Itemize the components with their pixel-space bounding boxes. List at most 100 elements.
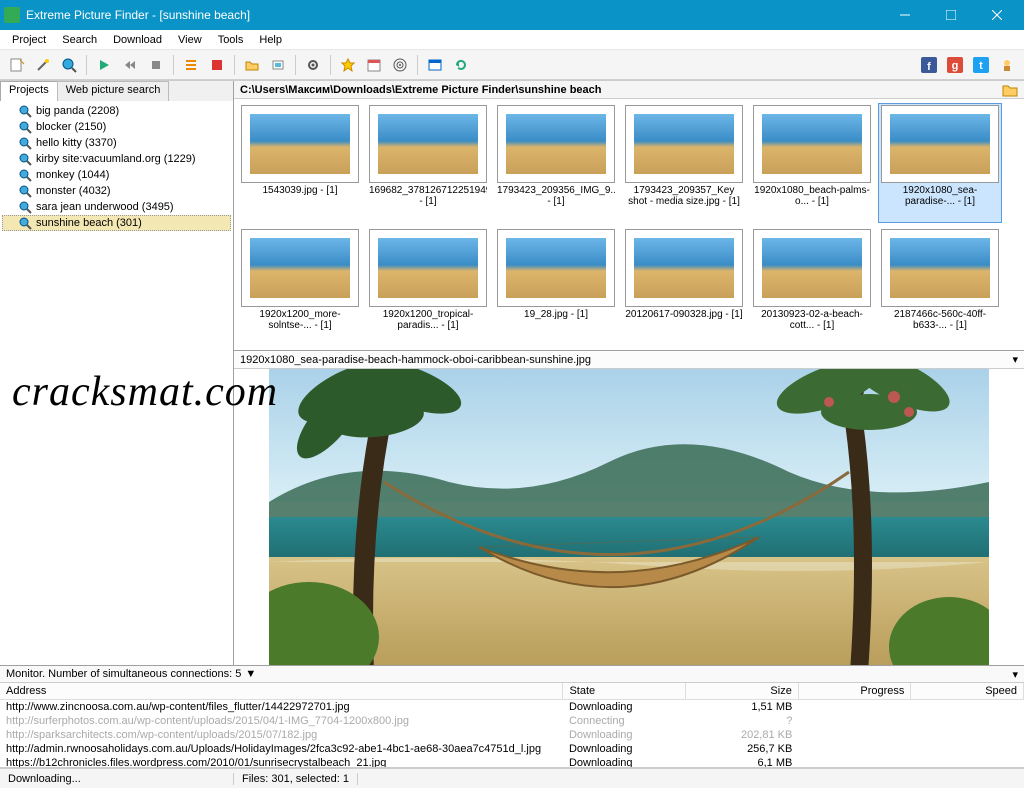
- monitor-dropdown[interactable]: ▼: [245, 668, 256, 680]
- thumb-frame: [625, 105, 743, 183]
- separator: [295, 55, 296, 75]
- menu-download[interactable]: Download: [105, 32, 170, 48]
- google-icon[interactable]: g: [943, 53, 967, 77]
- col-speed[interactable]: Speed: [911, 683, 1024, 700]
- project-label: blocker (2150): [36, 121, 106, 133]
- minimize-button[interactable]: [882, 0, 928, 30]
- download-row[interactable]: https://b12chronicles.files.wordpress.co…: [0, 756, 1024, 768]
- folder-icon[interactable]: [1002, 83, 1018, 97]
- project-item[interactable]: monkey (1044): [2, 167, 231, 183]
- thumbnail[interactable]: 2187466c-560c-40ff-b633-... - [1]: [878, 227, 1002, 347]
- chevron-down-icon[interactable]: ▾: [1012, 668, 1018, 681]
- monitor-bar: Monitor. Number of simultaneous connecti…: [0, 665, 1024, 683]
- thumb-frame: [753, 229, 871, 307]
- preview-pane[interactable]: [234, 369, 1024, 665]
- left-panel: Projects Web picture search big panda (2…: [0, 81, 234, 665]
- project-item[interactable]: sara jean underwood (3495): [2, 199, 231, 215]
- edit-icon[interactable]: [5, 53, 29, 77]
- thumbnail[interactable]: 1920x1200_tropical-paradis... - [1]: [366, 227, 490, 347]
- download-row[interactable]: http://www.zincnoosa.com.au/wp-content/f…: [0, 700, 1024, 715]
- thumbnail[interactable]: 1793423_209356_IMG_9... - [1]: [494, 103, 618, 223]
- menu-project[interactable]: Project: [4, 32, 54, 48]
- close-button[interactable]: [974, 0, 1020, 30]
- tab-projects[interactable]: Projects: [0, 81, 58, 101]
- preview-image: [269, 369, 989, 665]
- play-icon[interactable]: [92, 53, 116, 77]
- separator: [234, 55, 235, 75]
- chevron-down-icon[interactable]: ▾: [1012, 353, 1018, 366]
- thumbnail[interactable]: 19_28.jpg - [1]: [494, 227, 618, 347]
- monitor-label: Monitor. Number of simultaneous connecti…: [6, 668, 241, 680]
- menu-search[interactable]: Search: [54, 32, 105, 48]
- thumb-caption: 169682_378126712251949... - [1]: [369, 185, 487, 207]
- thumbnail[interactable]: 1793423_209357_Key shot - media size.jpg…: [622, 103, 746, 223]
- calendar-icon[interactable]: [362, 53, 386, 77]
- dl-speed: [911, 728, 1024, 742]
- folder-open-icon[interactable]: [240, 53, 264, 77]
- separator: [417, 55, 418, 75]
- search-web-icon[interactable]: [57, 53, 81, 77]
- star-icon[interactable]: [336, 53, 360, 77]
- status-left: Downloading...: [0, 773, 234, 785]
- menu-help[interactable]: Help: [251, 32, 290, 48]
- col-state[interactable]: State: [563, 683, 686, 700]
- gear-icon[interactable]: [301, 53, 325, 77]
- col-progress[interactable]: Progress: [798, 683, 911, 700]
- thumb-image: [634, 114, 734, 174]
- facebook-icon[interactable]: f: [917, 53, 941, 77]
- path-bar: C:\Users\Максим\Downloads\Extreme Pictur…: [234, 81, 1024, 99]
- download-table[interactable]: Address State Size Progress Speed http:/…: [0, 683, 1024, 768]
- download-row[interactable]: http://admin.rwnoosaholidays.com.au/Uplo…: [0, 742, 1024, 756]
- maximize-button[interactable]: [928, 0, 974, 30]
- project-label: sunshine beach (301): [36, 217, 142, 229]
- refresh-icon[interactable]: [449, 53, 473, 77]
- thumbnail-grid[interactable]: 1543039.jpg - [1] 169682_378126712251949.…: [234, 99, 1024, 351]
- rewind-icon[interactable]: [118, 53, 142, 77]
- thumb-frame: [625, 229, 743, 307]
- twitter-icon[interactable]: t: [969, 53, 993, 77]
- thumb-caption: 20130923-02-a-beach-cott... - [1]: [753, 309, 871, 331]
- download-row[interactable]: http://sparksarchitects.com/wp-content/u…: [0, 728, 1024, 742]
- thumbnail[interactable]: 20130923-02-a-beach-cott... - [1]: [750, 227, 874, 347]
- delete-icon[interactable]: [205, 53, 229, 77]
- menu-bar: Project Search Download View Tools Help: [0, 30, 1024, 50]
- menu-view[interactable]: View: [170, 32, 210, 48]
- magic-wand-icon[interactable]: [31, 53, 55, 77]
- project-item[interactable]: blocker (2150): [2, 119, 231, 135]
- dl-addr: http://sparksarchitects.com/wp-content/u…: [0, 728, 563, 742]
- thumbnail[interactable]: 1920x1200_more-solntse-... - [1]: [238, 227, 362, 347]
- thumbnail[interactable]: 1920x1080_sea-paradise-... - [1]: [878, 103, 1002, 223]
- col-address[interactable]: Address: [0, 683, 563, 700]
- thumb-frame: [241, 105, 359, 183]
- thumb-frame: [241, 229, 359, 307]
- window-icon[interactable]: [423, 53, 447, 77]
- thumbnail[interactable]: 169682_378126712251949... - [1]: [366, 103, 490, 223]
- target-icon[interactable]: [388, 53, 412, 77]
- list-icon[interactable]: [179, 53, 203, 77]
- slideshow-icon[interactable]: [266, 53, 290, 77]
- project-item[interactable]: big panda (2208): [2, 103, 231, 119]
- dl-state: Downloading: [563, 728, 686, 742]
- project-item[interactable]: monster (4032): [2, 183, 231, 199]
- stop-icon[interactable]: [144, 53, 168, 77]
- tab-web-search[interactable]: Web picture search: [57, 81, 170, 101]
- col-size[interactable]: Size: [686, 683, 799, 700]
- download-row[interactable]: http://surferphotos.com.au/wp-content/up…: [0, 714, 1024, 728]
- thumb-caption: 1920x1080_sea-paradise-... - [1]: [881, 185, 999, 207]
- dl-progress: [798, 714, 911, 728]
- project-tree[interactable]: big panda (2208) blocker (2150) hello kitt…: [0, 101, 233, 665]
- thumbnail[interactable]: 20120617-090328.jpg - [1]: [622, 227, 746, 347]
- menu-tools[interactable]: Tools: [210, 32, 252, 48]
- dl-state: Downloading: [563, 742, 686, 756]
- thumbnail[interactable]: 1543039.jpg - [1]: [238, 103, 362, 223]
- project-item[interactable]: hello kitty (3370): [2, 135, 231, 151]
- thumb-caption: 1920x1080_beach-palms-o... - [1]: [753, 185, 871, 207]
- thumbnail[interactable]: 1920x1080_beach-palms-o... - [1]: [750, 103, 874, 223]
- project-item[interactable]: sunshine beach (301): [2, 215, 231, 231]
- thumb-image: [378, 114, 478, 174]
- project-item[interactable]: kirby site:vacuumland.org (1229): [2, 151, 231, 167]
- project-icon: [18, 216, 32, 230]
- svg-text:t: t: [979, 60, 983, 72]
- vote-icon[interactable]: [995, 53, 1019, 77]
- dl-speed: [911, 756, 1024, 768]
